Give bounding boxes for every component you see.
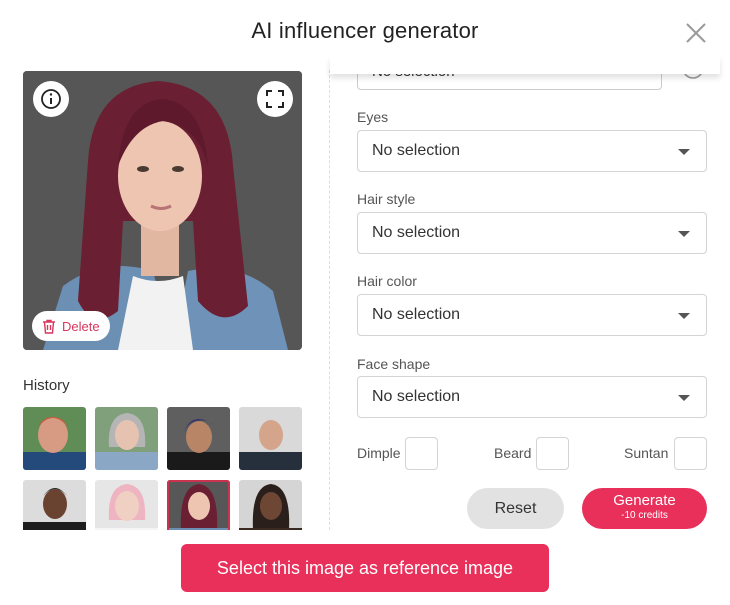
face-shape-select-value: No selection bbox=[372, 388, 461, 405]
chevron-down-icon bbox=[678, 395, 690, 401]
scroll-fade bbox=[330, 56, 720, 74]
reset-button[interactable]: Reset bbox=[467, 488, 564, 529]
history-thumbnail-image bbox=[95, 480, 158, 530]
chevron-down-icon bbox=[678, 149, 690, 155]
history-thumb[interactable] bbox=[95, 407, 158, 470]
dimple-checkbox[interactable] bbox=[405, 437, 438, 470]
generate-label: Generate bbox=[613, 492, 676, 509]
history-thumbnail-image bbox=[23, 480, 86, 530]
history-thumb[interactable] bbox=[167, 407, 230, 470]
dialog-title: AI influencer generator bbox=[251, 18, 479, 43]
history-grid bbox=[23, 407, 304, 530]
chevron-down-icon bbox=[678, 231, 690, 237]
suntan-label: Suntan bbox=[624, 445, 669, 461]
portrait-image bbox=[23, 71, 302, 350]
fullscreen-icon bbox=[266, 90, 284, 108]
history-thumbnail-image bbox=[95, 407, 158, 470]
eyes-select[interactable]: No selection bbox=[357, 130, 707, 172]
select-reference-image-button[interactable]: Select this image as reference image bbox=[181, 544, 549, 592]
history-thumbnail-image bbox=[239, 480, 302, 530]
history-thumb[interactable] bbox=[23, 480, 86, 530]
history-thumb[interactable] bbox=[23, 407, 86, 470]
hair-style-select[interactable]: No selection bbox=[357, 212, 707, 254]
influencer-generator-dialog: AI influencer generator Delete History E… bbox=[0, 0, 730, 605]
suntan-checkbox[interactable] bbox=[674, 437, 707, 470]
chevron-down-icon bbox=[678, 313, 690, 319]
generated-image-preview[interactable]: Delete bbox=[23, 71, 302, 350]
info-icon bbox=[41, 89, 61, 109]
beard-checkbox[interactable] bbox=[536, 437, 569, 470]
history-heading: History bbox=[23, 377, 70, 394]
fullscreen-button[interactable] bbox=[257, 81, 293, 117]
hair-style-label: Hair style bbox=[357, 191, 416, 207]
generate-cost: -10 credits bbox=[621, 510, 668, 521]
history-thumbnail-image bbox=[239, 407, 302, 470]
hair-style-select-value: No selection bbox=[372, 224, 461, 241]
delete-label: Delete bbox=[62, 318, 100, 334]
hair-color-select-value: No selection bbox=[372, 306, 461, 323]
hair-color-select[interactable]: No selection bbox=[357, 294, 707, 336]
delete-button[interactable]: Delete bbox=[32, 311, 110, 341]
column-divider bbox=[329, 70, 330, 530]
close-icon bbox=[686, 23, 706, 43]
beard-label: Beard bbox=[494, 445, 532, 461]
history-thumbnail-image bbox=[167, 407, 230, 470]
face-shape-label: Face shape bbox=[357, 356, 431, 372]
trash-icon bbox=[43, 319, 55, 334]
history-thumb-selected[interactable] bbox=[167, 480, 230, 530]
history-thumbnail-image bbox=[167, 480, 230, 530]
info-button[interactable] bbox=[33, 81, 69, 117]
dimple-label: Dimple bbox=[357, 445, 401, 461]
close-button[interactable] bbox=[683, 20, 709, 46]
generate-button[interactable]: Generate -10 credits bbox=[582, 488, 707, 529]
history-thumb[interactable] bbox=[239, 407, 302, 470]
history-thumb[interactable] bbox=[239, 480, 302, 530]
eyes-label: Eyes bbox=[357, 109, 389, 125]
face-shape-select[interactable]: No selection bbox=[357, 376, 707, 418]
hair-color-label: Hair color bbox=[357, 273, 417, 289]
history-thumbnail-image bbox=[23, 407, 86, 470]
history-thumb[interactable] bbox=[95, 480, 158, 530]
eyes-select-value: No selection bbox=[372, 142, 461, 159]
